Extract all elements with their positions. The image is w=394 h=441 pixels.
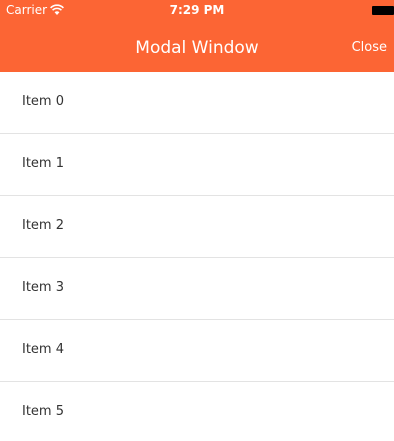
- battery-icon: [372, 6, 394, 15]
- list-item-label: Item 4: [22, 342, 64, 357]
- status-bar: Carrier 7:29 PM: [0, 0, 394, 20]
- list-item[interactable]: Item 4: [0, 320, 394, 382]
- list-item-label: Item 1: [22, 156, 64, 171]
- modal-screen: Carrier 7:29 PM Modal Window Close Item …: [0, 0, 394, 441]
- list-item[interactable]: Item 5: [0, 382, 394, 441]
- item-list: Item 0 Item 1 Item 2 Item 3 Item 4 Item …: [0, 72, 394, 441]
- list-item-label: Item 0: [22, 94, 64, 109]
- list-item-label: Item 2: [22, 218, 64, 233]
- nav-title: Modal Window: [135, 38, 259, 58]
- nav-bar: Modal Window Close: [0, 30, 394, 64]
- list-item-label: Item 3: [22, 280, 64, 295]
- close-button[interactable]: Close: [352, 40, 387, 56]
- list-item[interactable]: Item 1: [0, 134, 394, 196]
- list-item[interactable]: Item 0: [0, 72, 394, 134]
- list-item-label: Item 5: [22, 404, 64, 419]
- list-item[interactable]: Item 3: [0, 258, 394, 320]
- header: Carrier 7:29 PM Modal Window Close: [0, 0, 394, 72]
- list-item[interactable]: Item 2: [0, 196, 394, 258]
- status-time: 7:29 PM: [169, 3, 225, 17]
